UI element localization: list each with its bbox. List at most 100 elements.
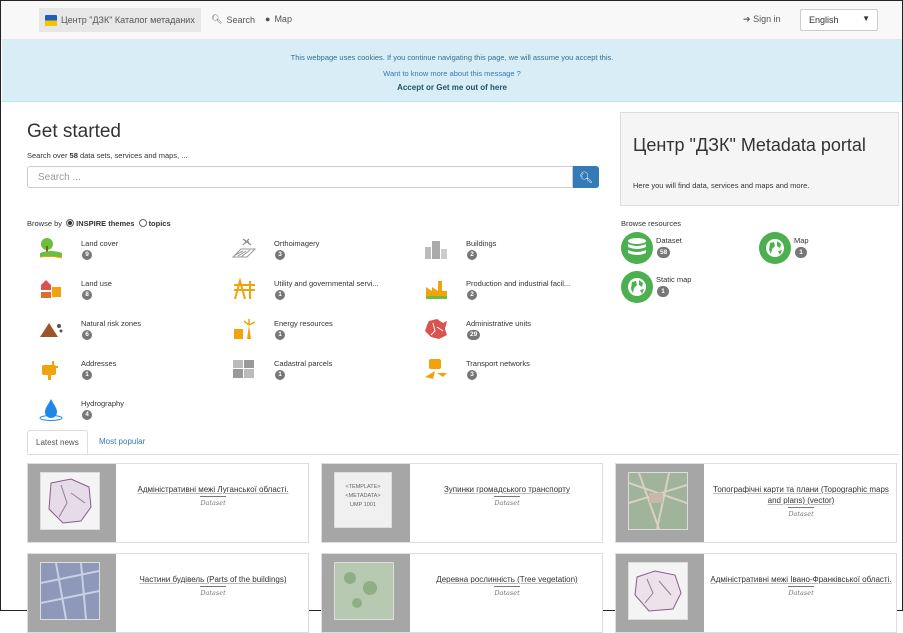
portal-subtitle: Here you will find data, services and ma… bbox=[633, 181, 810, 190]
cookie-message: This webpage uses cookies. If you contin… bbox=[290, 53, 614, 62]
news-card[interactable]: Деревна рослинність (Tree vegetation) Da… bbox=[321, 553, 603, 633]
theme-land-cover[interactable]: Land cover 9 bbox=[38, 237, 228, 265]
card-title[interactable]: Адміністративні межі Луганської області. bbox=[138, 485, 289, 494]
thumb-template-text: <TEMPLATE> bbox=[345, 484, 381, 490]
thumb-ump-text: UMP 1001 bbox=[350, 502, 376, 508]
theme-cadastral[interactable]: Cadastral parcels 1 bbox=[231, 357, 421, 385]
theme-transport[interactable]: Transport networks 3 bbox=[423, 357, 613, 385]
card-type: Dataset bbox=[494, 496, 520, 509]
card-text: Зупинки громадського транспорту Dataset bbox=[414, 484, 600, 509]
land-use-icon bbox=[41, 280, 61, 298]
card-text: Адміністративні межі Івано-Франківської … bbox=[708, 574, 894, 599]
language-value: English bbox=[809, 15, 839, 25]
search-subtitle: Search over 58 data sets, services and m… bbox=[27, 151, 188, 160]
browse-by-toggle: Browse by INSPIRE themes topics bbox=[27, 219, 171, 228]
theme-count-badge: 1 bbox=[275, 370, 285, 380]
hydrography-icon bbox=[39, 399, 63, 421]
news-tabs: Latest news Most popular bbox=[27, 430, 899, 455]
search-nav-link[interactable]: 🔍︎ Search bbox=[211, 14, 255, 25]
theme-production[interactable]: Production and industrial facil... 2 bbox=[423, 277, 613, 305]
card-type: Dataset bbox=[200, 496, 226, 509]
theme-utility[interactable]: Utility and governmental servi... 1 bbox=[231, 277, 421, 305]
map-nav-link[interactable]: ● Map bbox=[265, 14, 292, 24]
theme-label: Transport networks bbox=[466, 359, 530, 368]
portal-box: Центр "ДЗК" Metadata portal Here you wil… bbox=[620, 112, 899, 206]
natural-risk-icon bbox=[40, 323, 63, 337]
cookie-accept-link[interactable]: Accept bbox=[397, 83, 424, 92]
resource-label: Static map bbox=[656, 275, 692, 284]
theme-label: Addresses bbox=[81, 359, 117, 368]
inspire-label[interactable]: INSPIRE themes bbox=[76, 219, 134, 228]
sign-in-label: Sign in bbox=[753, 14, 781, 24]
card-title[interactable]: Частини будівель (Parts of the buildings… bbox=[139, 575, 286, 584]
theme-label: Hydrography bbox=[81, 399, 124, 408]
theme-label: Energy resources bbox=[274, 319, 333, 328]
card-title[interactable]: Деревна рослинність (Tree vegetation) bbox=[436, 575, 577, 584]
card-thumbnail bbox=[616, 554, 704, 632]
search-input[interactable]: Search ... bbox=[27, 166, 573, 188]
resource-count-badge: 1 bbox=[795, 247, 807, 258]
resource-map[interactable]: Map 1 bbox=[759, 232, 879, 266]
card-thumbnail bbox=[28, 464, 116, 542]
vegetation-thumbnail-icon bbox=[334, 562, 394, 620]
theme-count-badge: 1 bbox=[82, 370, 92, 380]
cookie-banner: This webpage uses cookies. If you contin… bbox=[2, 40, 902, 102]
card-thumbnail: <TEMPLATE> <METADATA> UMP 1001 bbox=[322, 464, 410, 542]
card-text: Деревна рослинність (Tree vegetation) Da… bbox=[414, 574, 600, 599]
resource-count-badge: 58 bbox=[657, 247, 671, 258]
news-card[interactable]: Топографічні карти та плани (Topographic… bbox=[615, 463, 897, 543]
theme-addresses[interactable]: Addresses 1 bbox=[38, 357, 228, 385]
theme-orthoimagery[interactable]: Orthoimagery 3 bbox=[231, 237, 421, 265]
theme-count-badge: 6 bbox=[82, 330, 92, 340]
brand-link[interactable]: Центр "ДЗК" Каталог метаданих bbox=[39, 8, 201, 32]
topo-thumbnail-icon bbox=[628, 472, 688, 530]
energy-icon bbox=[234, 319, 256, 339]
tab-latest-news[interactable]: Latest news bbox=[27, 430, 88, 454]
cookie-or-text: or bbox=[426, 83, 434, 92]
theme-land-use[interactable]: Land use 8 bbox=[38, 277, 228, 305]
news-card[interactable]: Частини будівель (Parts of the buildings… bbox=[27, 553, 309, 633]
theme-count-badge: 1 bbox=[275, 290, 285, 300]
search-button[interactable]: 🔍︎ bbox=[573, 166, 599, 188]
theme-natural-risk[interactable]: Natural risk zones 6 bbox=[38, 317, 228, 345]
theme-label: Administrative units bbox=[466, 319, 532, 328]
news-card[interactable]: Адміністративні межі Луганської області.… bbox=[27, 463, 309, 543]
language-select[interactable]: English ▼ bbox=[800, 9, 878, 31]
topics-label[interactable]: topics bbox=[149, 219, 171, 228]
card-title[interactable]: Зупинки громадського транспорту bbox=[444, 485, 570, 494]
cookie-more-link[interactable]: Want to know more about this message ? bbox=[2, 69, 902, 78]
theme-count-badge: 29 bbox=[467, 330, 481, 340]
sign-in-icon: ➔ bbox=[743, 14, 751, 24]
search-icon: 🔍︎ bbox=[211, 14, 223, 24]
theme-label: Buildings bbox=[466, 239, 497, 248]
theme-buildings[interactable]: Buildings 2 bbox=[423, 237, 613, 265]
news-card[interactable]: Адміністративні межі Івано-Франківської … bbox=[615, 553, 897, 633]
tab-most-popular[interactable]: Most popular bbox=[91, 430, 153, 454]
news-card[interactable]: <TEMPLATE> <METADATA> UMP 1001 Зупинки г… bbox=[321, 463, 603, 543]
page-title: Get started bbox=[27, 121, 121, 142]
sign-in-link[interactable]: ➔ Sign in bbox=[743, 14, 781, 25]
theme-admin-units[interactable]: Administrative units 29 bbox=[423, 317, 613, 345]
theme-energy[interactable]: Energy resources 1 bbox=[231, 317, 421, 345]
addresses-icon bbox=[42, 361, 58, 380]
card-thumbnail bbox=[28, 554, 116, 632]
subtitle-suffix: data sets, services and maps, ... bbox=[77, 151, 188, 160]
resource-dataset[interactable]: Dataset 58 bbox=[621, 232, 741, 266]
brand-label: Центр "ДЗК" Каталог метаданих bbox=[61, 15, 195, 25]
card-title[interactable]: Топографічні карти та плани (Topographic… bbox=[713, 485, 889, 505]
resource-count-badge: 1 bbox=[657, 286, 669, 297]
resource-static-map[interactable]: Static map 1 bbox=[621, 271, 741, 305]
theme-hydrography[interactable]: Hydrography 4 bbox=[38, 397, 228, 425]
cookie-actions: Accept or Get me out of here bbox=[2, 83, 902, 92]
card-title[interactable]: Адміністративні межі Івано-Франківської … bbox=[710, 575, 891, 584]
theme-label: Production and industrial facil... bbox=[466, 279, 571, 288]
buildings-icon bbox=[425, 241, 447, 259]
radio-topics[interactable] bbox=[138, 219, 147, 227]
globe-icon bbox=[759, 232, 791, 264]
portal-title: Центр "ДЗК" Metadata portal bbox=[633, 135, 866, 155]
theme-count-badge: 2 bbox=[467, 250, 477, 260]
cookie-leave-link[interactable]: Get me out of here bbox=[436, 83, 507, 92]
chevron-down-icon: ▼ bbox=[862, 14, 870, 23]
radio-inspire[interactable] bbox=[66, 219, 75, 227]
search-icon: 🔍︎ bbox=[579, 171, 593, 184]
